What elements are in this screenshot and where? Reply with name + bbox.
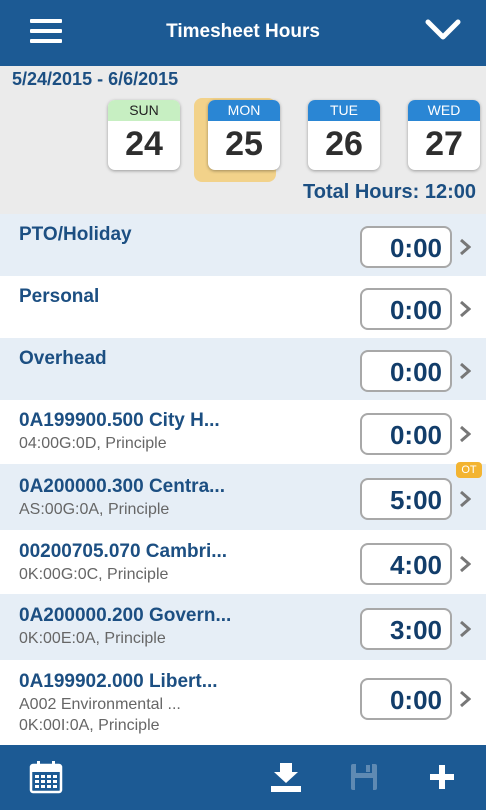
chevron-right-icon[interactable]: [459, 555, 471, 573]
day-name: SUN: [108, 100, 180, 121]
hours-field[interactable]: 4:00: [360, 543, 452, 585]
hours-field[interactable]: 0:00: [360, 288, 452, 330]
row-title: 00200705.070 Cambri...: [19, 541, 228, 562]
hours-field[interactable]: 0:00: [360, 350, 452, 392]
row-title: PTO/Holiday: [19, 224, 132, 245]
list-item[interactable]: 0A199900.500 City H... 04:00G:0D, Princi…: [0, 400, 486, 464]
hours-field[interactable]: 5:00: [360, 478, 452, 520]
day-tile-sun[interactable]: SUN 24: [108, 100, 180, 170]
row-title: 0A199902.000 Libert...: [19, 671, 218, 692]
day-number: 27: [425, 125, 463, 163]
hours-field[interactable]: 0:00: [360, 226, 452, 268]
chevron-right-icon[interactable]: [459, 490, 471, 508]
page-title: Timesheet Hours: [166, 21, 320, 42]
list-item[interactable]: 0A200000.200 Govern... 0K:00E:0A, Princi…: [0, 594, 486, 660]
day-tile-tue[interactable]: TUE 26: [308, 100, 380, 170]
chevron-right-icon[interactable]: [459, 620, 471, 638]
row-title: 0A200000.300 Centra...: [19, 476, 225, 497]
week-selector: 5/24/2015 - 6/6/2015 SUN 24 MON 25 TUE 2…: [0, 66, 486, 214]
chevron-right-icon[interactable]: [459, 238, 471, 256]
row-subtitle: 0K:00G:0C, Principle: [19, 566, 169, 583]
hours-field[interactable]: 0:00: [360, 413, 452, 455]
chevron-right-icon[interactable]: [459, 690, 471, 708]
day-name: TUE: [308, 100, 380, 121]
save-icon[interactable]: [346, 759, 382, 795]
row-subtitle-2: 0K:00I:0A, Principle: [19, 717, 160, 734]
download-icon[interactable]: [268, 759, 304, 795]
list-item[interactable]: PTO/Holiday 0:00: [0, 214, 486, 276]
total-hours: Total Hours: 12:00: [303, 181, 476, 203]
day-tile-mon[interactable]: MON 25: [208, 100, 280, 170]
row-subtitle: 04:00G:0D, Principle: [19, 435, 167, 452]
row-title: 0A200000.200 Govern...: [19, 605, 232, 626]
day-tile-wed[interactable]: WED 27: [408, 100, 480, 170]
chevron-right-icon[interactable]: [459, 362, 471, 380]
list-item[interactable]: Personal 0:00: [0, 276, 486, 338]
date-range: 5/24/2015 - 6/6/2015: [12, 69, 179, 89]
list-item[interactable]: 00200705.070 Cambri... 0K:00G:0C, Princi…: [0, 530, 486, 594]
list-item[interactable]: 0A199902.000 Libert... A002 Environmenta…: [0, 660, 486, 745]
add-icon[interactable]: [424, 759, 460, 795]
bottom-toolbar: [0, 745, 486, 810]
list-item[interactable]: 0A200000.300 Centra... AS:00G:0A, Princi…: [0, 462, 486, 530]
row-subtitle: AS:00G:0A, Principle: [19, 501, 170, 518]
day-number: 25: [225, 125, 263, 163]
hours-field[interactable]: 3:00: [360, 608, 452, 650]
day-number: 26: [325, 125, 363, 163]
row-subtitle: A002 Environmental ...: [19, 696, 181, 713]
calendar-icon[interactable]: [28, 759, 64, 795]
row-title: Personal: [19, 286, 100, 307]
day-name: MON: [208, 100, 280, 121]
list-item[interactable]: Overhead 0:00: [0, 338, 486, 400]
row-subtitle: 0K:00E:0A, Principle: [19, 630, 166, 647]
chevron-right-icon[interactable]: [459, 425, 471, 443]
overtime-badge: OT: [456, 462, 482, 478]
day-number: 24: [125, 125, 163, 163]
day-name: WED: [408, 100, 480, 121]
row-title: 0A199900.500 City H...: [19, 410, 220, 431]
row-title: Overhead: [19, 348, 107, 369]
app-header: Timesheet Hours: [0, 0, 486, 66]
chevron-right-icon[interactable]: [459, 300, 471, 318]
hours-field[interactable]: 0:00: [360, 678, 452, 720]
chevron-down-icon[interactable]: [425, 18, 461, 42]
